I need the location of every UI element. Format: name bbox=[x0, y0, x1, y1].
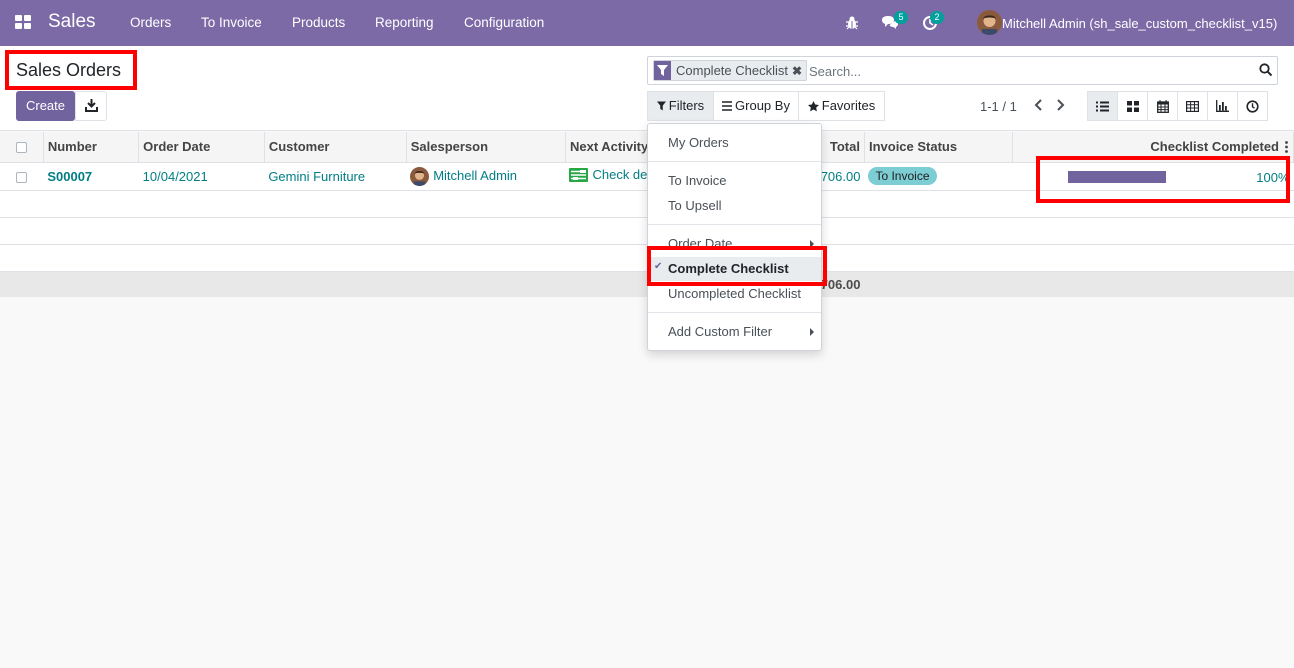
search-facet: Complete Checklist ✖ bbox=[653, 60, 808, 81]
menu-orders[interactable]: Orders bbox=[130, 15, 171, 30]
filter-to-invoice[interactable]: To Invoice bbox=[668, 173, 727, 188]
filter-complete-checklist[interactable]: Complete Checklist bbox=[668, 261, 789, 276]
row-checkbox-cell[interactable] bbox=[0, 162, 44, 191]
view-switcher bbox=[1087, 91, 1268, 121]
column-number[interactable]: Number bbox=[43, 132, 140, 163]
pager-previous-icon[interactable] bbox=[1032, 98, 1046, 112]
order-date[interactable]: 10/04/2021 bbox=[138, 162, 265, 191]
checklist-progress-bar bbox=[1067, 170, 1166, 183]
filter-icon bbox=[656, 101, 666, 111]
app-name[interactable]: Sales bbox=[48, 11, 96, 33]
top-navbar: Sales Orders To Invoice Products Reporti… bbox=[0, 0, 1294, 46]
checklist-progress-cell[interactable]: 100% bbox=[1012, 162, 1294, 191]
check-icon: ✔ bbox=[654, 261, 663, 272]
user-avatar[interactable] bbox=[977, 10, 1002, 35]
invoice-status-badge: To Invoice bbox=[868, 167, 937, 185]
download-icon bbox=[85, 99, 98, 112]
salesperson-name: Mitchell Admin bbox=[433, 167, 518, 183]
menu-reporting[interactable]: Reporting bbox=[375, 15, 434, 30]
column-customer[interactable]: Customer bbox=[264, 132, 407, 163]
select-all-checkbox-cell[interactable] bbox=[0, 132, 44, 163]
select-all-checkbox[interactable] bbox=[15, 142, 27, 154]
order-number[interactable]: S00007 bbox=[43, 162, 139, 191]
customer-name[interactable]: Gemini Furniture bbox=[264, 162, 407, 191]
list-view-button[interactable] bbox=[1087, 91, 1118, 121]
filters-label: Filters bbox=[668, 98, 705, 113]
column-salesperson[interactable]: Salesperson bbox=[406, 132, 566, 163]
filter-order-date[interactable]: Order Date bbox=[668, 236, 732, 251]
activity-view-button[interactable] bbox=[1237, 91, 1268, 121]
optional-columns-icon[interactable] bbox=[1285, 141, 1288, 156]
user-menu-label[interactable]: Mitchell Admin (sh_sale_custom_checklist… bbox=[1002, 16, 1277, 31]
caret-right-icon bbox=[810, 328, 814, 336]
messages-badge: 5 bbox=[894, 11, 908, 24]
groupby-button[interactable]: Group By bbox=[713, 91, 799, 121]
pivot-view-icon bbox=[1186, 100, 1199, 112]
activity-todo-icon bbox=[569, 167, 589, 185]
control-panel: Sales Orders Create Complete Checklist ✖… bbox=[0, 46, 1294, 131]
favorites-button[interactable]: Favorites bbox=[798, 91, 885, 121]
column-order-date[interactable]: Order Date bbox=[138, 132, 265, 163]
invoice-status-cell[interactable]: To Invoice bbox=[864, 162, 1013, 191]
row-checkbox[interactable] bbox=[16, 171, 28, 183]
column-invoice-status[interactable]: Invoice Status bbox=[864, 132, 1014, 163]
dropdown-divider bbox=[648, 312, 821, 313]
apps-grid-icon[interactable] bbox=[15, 15, 33, 31]
search-input[interactable] bbox=[809, 62, 1249, 80]
filters-button[interactable]: Filters bbox=[647, 91, 714, 121]
kanban-view-icon bbox=[1126, 100, 1139, 112]
filter-uncompleted-checklist[interactable]: Uncompleted Checklist bbox=[668, 286, 801, 301]
menu-configuration[interactable]: Configuration bbox=[464, 15, 544, 30]
facet-label: Complete Checklist bbox=[676, 63, 788, 78]
search-bar: Complete Checklist ✖ bbox=[647, 56, 1278, 85]
calendar-view-button[interactable] bbox=[1147, 91, 1178, 121]
star-icon bbox=[807, 100, 819, 111]
create-button[interactable]: Create bbox=[16, 91, 75, 121]
page-title: Sales Orders bbox=[16, 60, 122, 80]
list-view-icon bbox=[1096, 101, 1109, 111]
activities-badge: 2 bbox=[930, 11, 944, 24]
facet-remove-icon[interactable]: ✖ bbox=[792, 64, 806, 78]
graph-view-button[interactable] bbox=[1207, 91, 1238, 121]
calendar-view-icon bbox=[1156, 99, 1169, 113]
activity-view-icon bbox=[1246, 99, 1259, 113]
pager-value[interactable]: 1-1 / 1 bbox=[980, 99, 1017, 114]
favorites-label: Favorites bbox=[821, 98, 876, 113]
dropdown-divider bbox=[648, 224, 821, 225]
checklist-progress-fill bbox=[1067, 170, 1166, 183]
column-checklist-completed[interactable]: Checklist Completed bbox=[1012, 132, 1294, 163]
menu-products[interactable]: Products bbox=[292, 15, 345, 30]
pivot-view-button[interactable] bbox=[1177, 91, 1208, 121]
dropdown-divider bbox=[648, 161, 821, 162]
filters-dropdown: My Orders To Invoice To Upsell Order Dat… bbox=[647, 123, 822, 351]
export-button[interactable] bbox=[75, 91, 107, 121]
filter-add-custom[interactable]: Add Custom Filter bbox=[668, 324, 772, 339]
salesperson-avatar bbox=[410, 166, 430, 186]
menu-to-invoice[interactable]: To Invoice bbox=[201, 15, 262, 30]
kanban-view-button[interactable] bbox=[1117, 91, 1148, 121]
graph-view-icon bbox=[1216, 100, 1229, 112]
groupby-label: Group By bbox=[735, 98, 790, 113]
filter-my-orders[interactable]: My Orders bbox=[668, 135, 729, 150]
checklist-progress-value: 100% bbox=[1256, 169, 1290, 185]
bug-icon[interactable] bbox=[843, 14, 861, 32]
caret-right-icon bbox=[810, 240, 814, 248]
column-checklist-completed-label: Checklist Completed bbox=[1150, 139, 1279, 155]
filter-icon bbox=[654, 61, 671, 80]
filter-to-upsell[interactable]: To Upsell bbox=[668, 198, 721, 213]
search-icon[interactable] bbox=[1259, 63, 1273, 77]
salesperson-cell[interactable]: Mitchell Admin bbox=[406, 162, 566, 191]
pager-next-icon[interactable] bbox=[1053, 98, 1067, 112]
list-icon bbox=[722, 101, 733, 111]
